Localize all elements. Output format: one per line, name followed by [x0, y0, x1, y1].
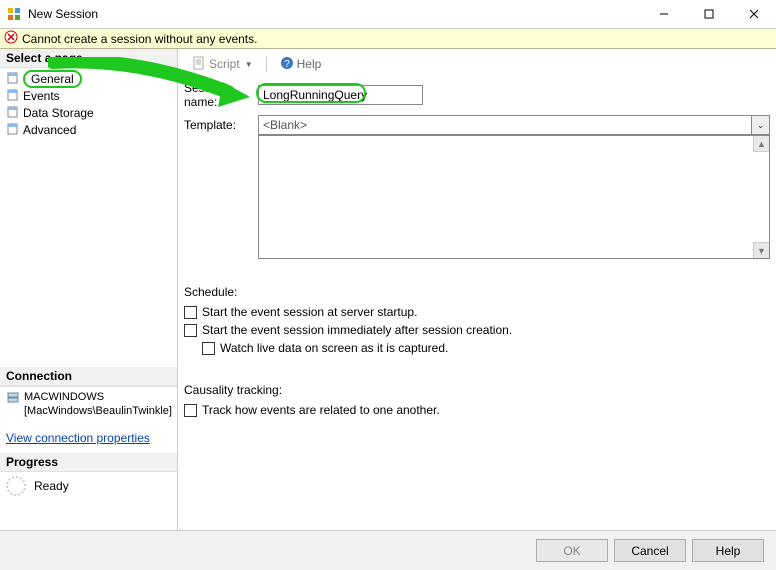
help-button[interactable]: ? Help	[274, 54, 328, 75]
script-icon	[192, 56, 206, 73]
page-general[interactable]: General	[0, 71, 177, 87]
page-label: General	[23, 70, 82, 88]
checkbox-causality[interactable]	[184, 404, 197, 417]
title-bar: New Session	[0, 0, 776, 29]
toolbar: Script ▼ ? Help	[184, 53, 770, 75]
causality-label: Causality tracking:	[184, 383, 770, 397]
connection-user: [MacWindows\BeaulinTwinkle]	[24, 404, 172, 418]
cancel-label: Cancel	[631, 544, 668, 558]
session-name-label: Session name:	[184, 81, 258, 109]
script-button[interactable]: Script ▼	[186, 54, 259, 75]
cancel-button[interactable]: Cancel	[614, 539, 686, 562]
server-icon	[6, 390, 20, 407]
page-icon	[6, 71, 20, 88]
template-label: Template:	[184, 118, 258, 132]
view-connection-link[interactable]: View connection properties	[0, 421, 177, 453]
page-icon	[6, 122, 20, 139]
checkbox-label: Start the event session immediately afte…	[202, 323, 512, 337]
maximize-button[interactable]	[686, 0, 731, 29]
connection-header: Connection	[0, 367, 177, 386]
causality-section: Causality tracking: Track how events are…	[184, 383, 770, 419]
session-name-input[interactable]	[258, 85, 423, 105]
checkbox-label: Track how events are related to one anot…	[202, 403, 440, 417]
page-icon	[6, 105, 20, 122]
page-list: General Events Data Storage Advanced	[0, 68, 177, 141]
page-label: Data Storage	[23, 106, 94, 120]
form: Session name: Template: <Blank> ⌄ ▲ ▼	[184, 81, 770, 419]
ok-label: OK	[563, 544, 580, 558]
checkbox-row: Track how events are related to one anot…	[184, 401, 770, 419]
progress-row: Ready	[0, 472, 177, 500]
page-data-storage[interactable]: Data Storage	[0, 105, 177, 121]
connection-box: MACWINDOWS [MacWindows\BeaulinTwinkle] V…	[0, 386, 177, 453]
help-dialog-button[interactable]: Help	[692, 539, 764, 562]
scroll-up-icon[interactable]: ▲	[753, 136, 769, 152]
schedule-section: Schedule: Start the event session at ser…	[184, 285, 770, 357]
connection-server: MACWINDOWS	[24, 390, 172, 404]
checkbox-label: Watch live data on screen as it is captu…	[220, 341, 448, 355]
minimize-button[interactable]	[641, 0, 686, 29]
toolbar-separator	[266, 56, 267, 72]
progress-text: Ready	[34, 479, 69, 493]
schedule-label: Schedule:	[184, 285, 770, 299]
ok-button[interactable]: OK	[536, 539, 608, 562]
scroll-down-icon[interactable]: ▼	[753, 242, 769, 258]
dropdown-caret-icon[interactable]: ▼	[245, 60, 253, 69]
window-title: New Session	[28, 7, 641, 21]
progress-spinner-icon	[6, 476, 26, 496]
page-icon	[6, 88, 20, 105]
page-label: Advanced	[23, 123, 76, 137]
checkbox-row: Start the event session immediately afte…	[184, 321, 770, 339]
app-icon	[6, 6, 22, 22]
checkbox-row: Watch live data on screen as it is captu…	[202, 339, 770, 357]
checkbox-row: Start the event session at server startu…	[184, 303, 770, 321]
page-label: Events	[23, 89, 60, 103]
checkbox-label: Start the event session at server startu…	[202, 305, 417, 319]
progress-header: Progress	[0, 453, 177, 472]
window-buttons	[641, 0, 776, 29]
page-events[interactable]: Events	[0, 88, 177, 104]
close-button[interactable]	[731, 0, 776, 29]
template-value: <Blank>	[258, 115, 752, 135]
error-text: Cannot create a session without any even…	[22, 32, 257, 46]
checkbox-startup[interactable]	[184, 306, 197, 319]
content-area: Select a page General Events Data Storag…	[0, 49, 776, 530]
combo-dropdown-icon[interactable]: ⌄	[752, 115, 770, 135]
checkbox-watch-live[interactable]	[202, 342, 215, 355]
help-label: Help	[297, 57, 322, 71]
script-label: Script	[209, 57, 240, 71]
template-combobox[interactable]: <Blank> ⌄	[258, 115, 770, 135]
page-advanced[interactable]: Advanced	[0, 122, 177, 138]
template-description-box: ▲ ▼	[258, 135, 770, 259]
select-page-header: Select a page	[0, 49, 177, 68]
sidebar: Select a page General Events Data Storag…	[0, 49, 178, 530]
error-bar: Cannot create a session without any even…	[0, 29, 776, 49]
template-description[interactable]	[259, 136, 753, 258]
main-panel: Script ▼ ? Help Session name: Template:	[178, 49, 776, 530]
checkbox-immediate[interactable]	[184, 324, 197, 337]
help-dialog-label: Help	[716, 544, 741, 558]
svg-text:?: ?	[284, 59, 290, 70]
button-bar: OK Cancel Help	[0, 530, 776, 570]
help-icon: ?	[280, 56, 294, 73]
error-icon	[4, 30, 18, 47]
